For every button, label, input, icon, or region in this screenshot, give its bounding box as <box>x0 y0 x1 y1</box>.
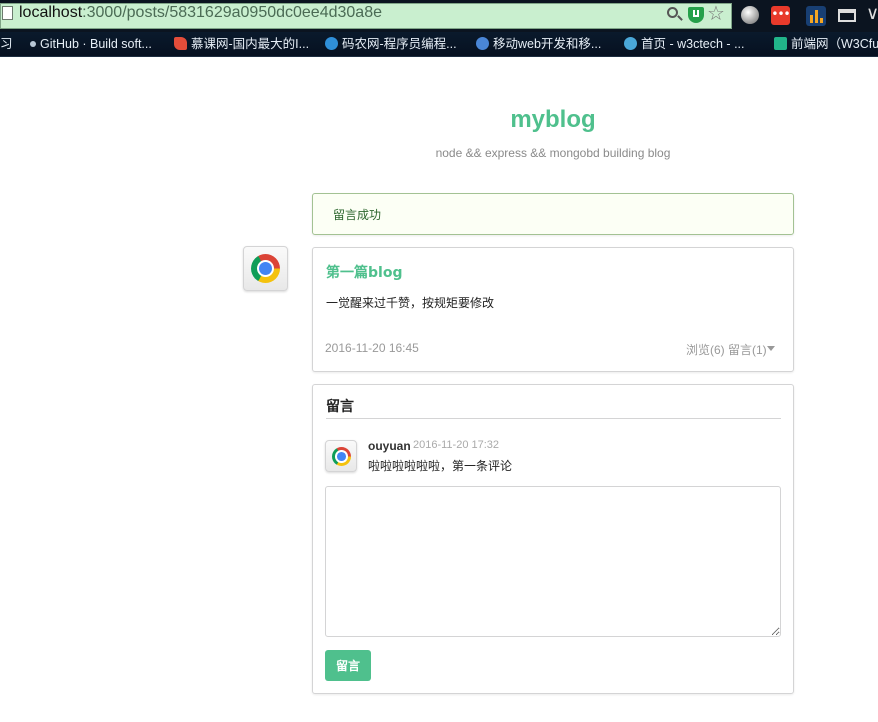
success-message-text: 留言成功 <box>333 208 382 222</box>
comment-author[interactable]: ouyuan <box>368 439 411 453</box>
imooc-icon <box>174 37 187 50</box>
globe-extension-icon[interactable] <box>741 6 759 24</box>
window-extension-icon[interactable] <box>838 9 856 22</box>
rocket-icon <box>476 37 489 50</box>
page-icon <box>2 6 13 20</box>
site-title[interactable]: myblog <box>0 106 878 134</box>
w3cfuns-icon <box>774 37 787 50</box>
bookmarks-bar: 习 GitHub · Build soft... 慕课网-国内最大的I... 码… <box>0 32 878 57</box>
caret-down-icon[interactable] <box>767 346 775 351</box>
chrome-logo-icon <box>251 254 280 283</box>
github-icon <box>30 41 36 47</box>
author-avatar[interactable] <box>243 246 288 291</box>
success-message: 留言成功 <box>312 193 794 235</box>
divider <box>326 418 781 419</box>
comment-avatar[interactable] <box>325 440 357 472</box>
comments-header: 留言 <box>326 399 354 415</box>
bookmark-codeceo[interactable]: 码农网-程序员编程... <box>325 36 457 53</box>
zoom-icon[interactable] <box>667 7 678 18</box>
comment-input[interactable] <box>325 486 781 637</box>
shield-icon[interactable] <box>688 7 704 23</box>
bookmark-w3ctech[interactable]: 首页 - w3ctech - ... <box>624 36 745 53</box>
post-title[interactable]: 第一篇blog <box>326 262 402 282</box>
bookmark-imooc[interactable]: 慕课网-国内最大的I... <box>174 36 309 53</box>
post-content: 一觉醒来过千赞，按规矩要修改 <box>326 296 495 310</box>
codeceo-icon <box>325 37 338 50</box>
bookmark-star-icon[interactable]: ☆ <box>707 3 725 23</box>
site-subtitle: node && express && mongobd building blog <box>435 146 671 160</box>
post-date: 2016-11-20 16:45 <box>325 341 419 355</box>
url-text[interactable]: localhost:3000/posts/5831629a0950dc0ee4d… <box>19 4 382 22</box>
chrome-logo-icon <box>332 447 351 466</box>
url-path: :3000/posts/5831629a0950dc0ee4d30a8e <box>82 4 382 21</box>
post-stats: 浏览(6) 留言(1) <box>686 343 767 357</box>
submit-comment-button[interactable]: 留言 <box>325 650 371 681</box>
chart-extension-icon[interactable] <box>806 6 826 26</box>
url-host: localhost <box>19 4 83 21</box>
comment-time: 2016-11-20 17:32 <box>413 439 500 451</box>
menu-chevron-icon[interactable]: ∨ <box>866 5 878 23</box>
bookmark-mobile-web[interactable]: 移动web开发和移... <box>476 36 601 53</box>
dots-extension-icon[interactable]: ••• <box>771 6 791 25</box>
bookmark-item[interactable]: 习 <box>0 36 13 53</box>
w3ctech-icon <box>624 37 637 50</box>
bookmark-w3cfuns[interactable]: 前端网（W3Cfu <box>774 36 878 53</box>
comment-text: 啦啦啦啦啦啦，第一条评论 <box>368 459 513 473</box>
bookmark-github[interactable]: GitHub · Build soft... <box>30 36 152 53</box>
